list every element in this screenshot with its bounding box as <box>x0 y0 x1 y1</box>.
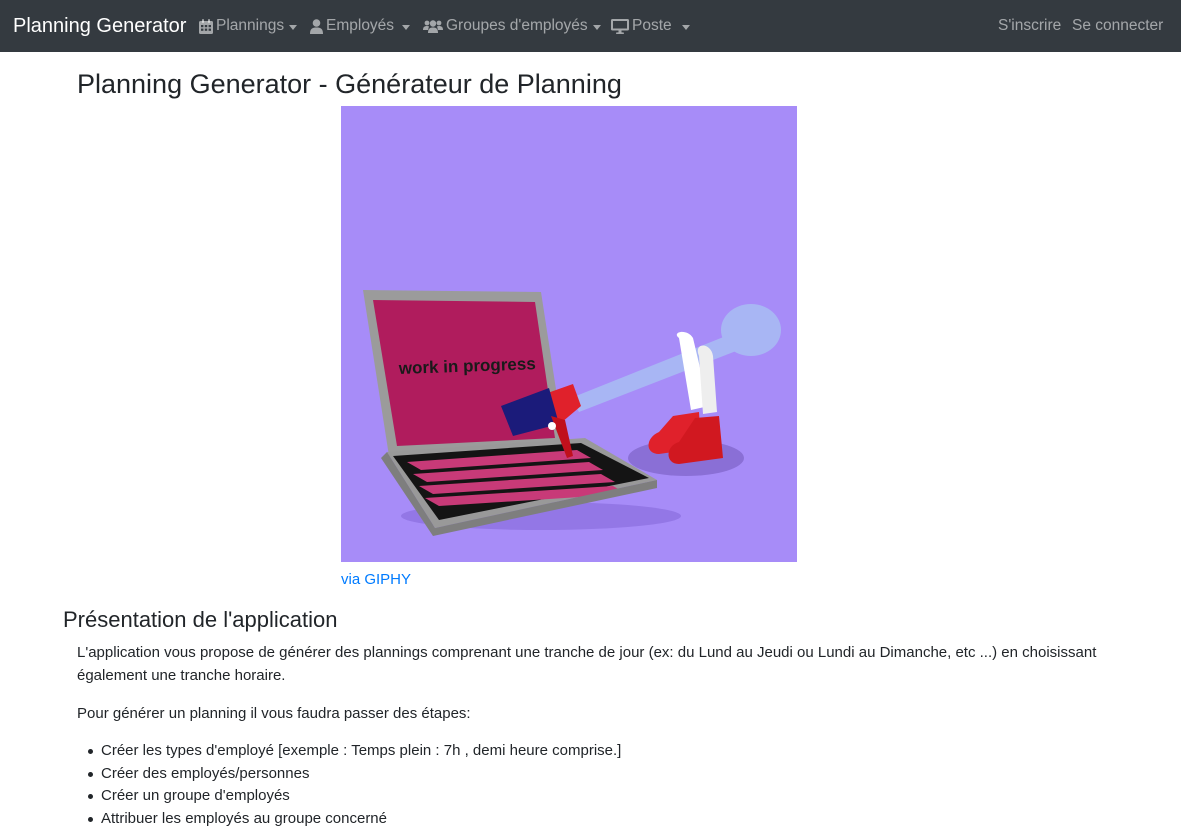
nav-label-employes: Employés <box>326 16 394 36</box>
nav-label-groupes: Groupes d'employés <box>446 16 588 36</box>
chevron-down-icon <box>289 25 297 30</box>
desktop-icon <box>611 19 629 34</box>
nav-dropdown-groupes[interactable]: Groupes d'employés <box>423 16 601 36</box>
brand-link[interactable]: Planning Generator <box>13 14 186 38</box>
work-in-progress-gif: work in progress <box>341 106 797 562</box>
list-item: Créer des employés/personnes <box>77 763 621 786</box>
steps-list: Créer les types d'employé [exemple : Tem… <box>77 740 621 830</box>
nav-dropdown-plannings[interactable]: Plannings <box>199 16 297 36</box>
nav-dropdown-employes[interactable]: Employés <box>310 16 410 36</box>
nav-dropdown-poste[interactable]: Poste <box>611 16 690 36</box>
nav-label-plannings: Plannings <box>216 16 284 36</box>
register-link[interactable]: S'inscrire <box>998 16 1061 36</box>
list-item: Attribuer les employés au groupe concern… <box>77 808 621 830</box>
nav-label-poste: Poste <box>632 16 672 36</box>
chevron-down-icon <box>593 25 601 30</box>
work-in-progress-illustration: work in progress <box>341 106 797 562</box>
section-title: Présentation de l'application <box>63 606 338 634</box>
giphy-credit-link[interactable]: via GIPHY <box>341 570 411 590</box>
chevron-down-icon <box>682 25 690 30</box>
top-navbar: Planning Generator Plannings Employés <box>0 0 1181 52</box>
users-icon <box>423 19 443 33</box>
intro-paragraph: L'application vous propose de générer de… <box>77 641 1117 687</box>
login-link[interactable]: Se connecter <box>1072 16 1163 36</box>
steps-intro-paragraph: Pour générer un planning il vous faudra … <box>77 702 1117 725</box>
user-icon <box>310 19 323 34</box>
page-title: Planning Generator - Générateur de Plann… <box>77 68 622 100</box>
list-item: Créer les types d'employé [exemple : Tem… <box>77 740 621 763</box>
list-item: Créer un groupe d'employés <box>77 785 621 808</box>
calendar-icon <box>199 19 213 34</box>
chevron-down-icon <box>402 25 410 30</box>
